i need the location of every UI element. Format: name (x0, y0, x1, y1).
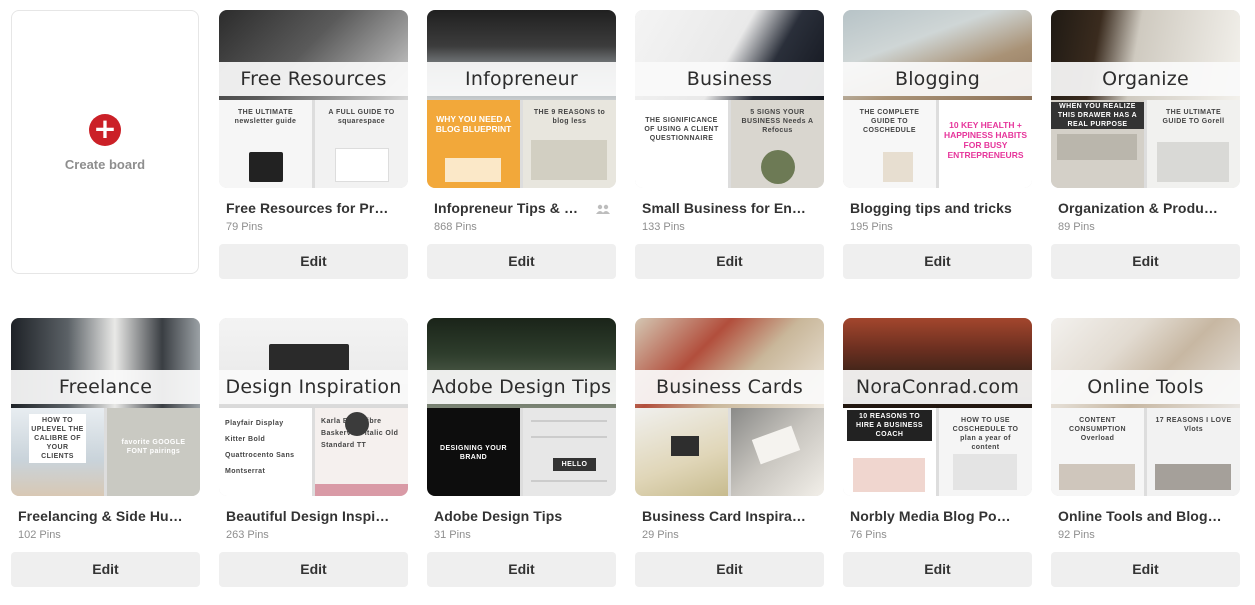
pin-thumbnail: 17 REASONS I LOVE Vlots (1147, 408, 1240, 496)
board-cover[interactable]: Blogging THE COMPLETE GUIDE TO COSCHEDUL… (843, 10, 1032, 188)
board-card: Adobe Design Tips DESIGNING YOUR BRAND H… (427, 318, 616, 587)
board-card: Business Cards Business Card Inspira… 29… (635, 318, 824, 587)
group-icon (596, 204, 610, 214)
board-card: Organize WHEN YOU REALIZE THIS DRAWER HA… (1051, 10, 1240, 279)
board-cover[interactable]: Free Resources THE ULTIMATE newsletter g… (219, 10, 408, 188)
board-title[interactable]: Norbly Media Blog Po… (850, 508, 1015, 524)
board-card: NoraConrad.com 10 REASONS TO HIRE A BUSI… (843, 318, 1032, 587)
board-banner: Adobe Design Tips (427, 370, 616, 404)
board-card: Business THE SIGNIFICANCE OF USING A CLI… (635, 10, 824, 279)
board-card: Blogging THE COMPLETE GUIDE TO COSCHEDUL… (843, 10, 1032, 279)
board-banner: Infopreneur (427, 62, 616, 96)
pin-count: 79 Pins (226, 221, 263, 233)
board-cover[interactable]: Online Tools CONTENT CONSUMPTION Overloa… (1051, 318, 1240, 496)
pin-thumbnail: THE ULTIMATE newsletter guide (219, 100, 312, 188)
pin-thumbnail (731, 408, 824, 496)
board-card: Freelance HOW TO UPLEVEL THE CALIBRE OF … (11, 318, 200, 587)
pin-thumbnail: HELLO (523, 408, 616, 496)
board-cover[interactable]: Business THE SIGNIFICANCE OF USING A CLI… (635, 10, 824, 188)
board-title[interactable]: Organization & Produ… (1058, 200, 1223, 216)
pin-thumbnail: favorite GOOGLE FONT pairings (107, 408, 200, 496)
edit-board-button[interactable]: Edit (635, 244, 824, 279)
board-card: Design Inspiration Playfair Display Kitt… (219, 318, 408, 587)
board-banner: NoraConrad.com (843, 370, 1032, 404)
board-cover[interactable]: Design Inspiration Playfair Display Kitt… (219, 318, 408, 496)
plus-icon[interactable]: + (89, 114, 121, 146)
board-banner: Blogging (843, 62, 1032, 96)
pin-thumbnail: Playfair Display Kitter Bold Quattrocent… (219, 408, 312, 496)
pin-count: 868 Pins (434, 221, 477, 233)
boards-grid: + Create board Free Resources THE ULTIMA… (0, 0, 1255, 605)
edit-board-button[interactable]: Edit (427, 244, 616, 279)
board-banner: Free Resources (219, 62, 408, 96)
board-cover[interactable]: Freelance HOW TO UPLEVEL THE CALIBRE OF … (11, 318, 200, 496)
pin-thumbnail: WHEN YOU REALIZE THIS DRAWER HAS A REAL … (1051, 100, 1144, 188)
pin-thumbnail: THE 9 REASONS to blog less (523, 100, 616, 188)
pin-thumbnail: THE ULTIMATE GUIDE TO Gorell (1147, 100, 1240, 188)
edit-board-button[interactable]: Edit (219, 552, 408, 587)
board-banner: Business (635, 62, 824, 96)
pin-thumbnail: CONTENT CONSUMPTION Overload (1051, 408, 1144, 496)
board-cover[interactable]: NoraConrad.com 10 REASONS TO HIRE A BUSI… (843, 318, 1032, 496)
pin-thumbnail: HOW TO USE COSCHEDULE TO plan a year of … (939, 408, 1032, 496)
edit-board-button[interactable]: Edit (219, 244, 408, 279)
edit-board-button[interactable]: Edit (11, 552, 200, 587)
board-title[interactable]: Freelancing & Side Hu… (18, 508, 183, 524)
pin-count: 102 Pins (18, 529, 61, 541)
board-cover[interactable]: Infopreneur WHY YOU NEED A BLOG BLUEPRIN… (427, 10, 616, 188)
board-cover[interactable]: Business Cards (635, 318, 824, 496)
pin-thumbnail: Karla Bold Libre Baskerville Italic Old … (315, 408, 408, 496)
board-title[interactable]: Small Business for En… (642, 200, 807, 216)
board-banner: Organize (1051, 62, 1240, 96)
pin-count: 195 Pins (850, 221, 893, 233)
board-banner: Freelance (11, 370, 200, 404)
board-title[interactable]: Beautiful Design Inspi… (226, 508, 391, 524)
edit-board-button[interactable]: Edit (1051, 552, 1240, 587)
pin-count: 263 Pins (226, 529, 269, 541)
board-banner: Design Inspiration (219, 370, 408, 404)
pin-thumbnail: DESIGNING YOUR BRAND (427, 408, 520, 496)
board-title[interactable]: Adobe Design Tips (434, 508, 599, 524)
board-card: Online Tools CONTENT CONSUMPTION Overloa… (1051, 318, 1240, 587)
board-banner: Business Cards (635, 370, 824, 404)
pin-thumbnail: 10 KEY HEALTH + HAPPINESS HABITS FOR BUS… (939, 100, 1032, 188)
pin-count: 76 Pins (850, 529, 887, 541)
edit-board-button[interactable]: Edit (843, 552, 1032, 587)
pin-thumbnail: HOW TO UPLEVEL THE CALIBRE OF YOUR CLIEN… (11, 408, 104, 496)
create-board-label: Create board (64, 157, 146, 172)
board-title[interactable]: Free Resources for Pr… (226, 200, 391, 216)
board-title[interactable]: Online Tools and Blog… (1058, 508, 1223, 524)
pin-thumbnail: THE SIGNIFICANCE OF USING A CLIENT QUEST… (635, 100, 728, 188)
edit-board-button[interactable]: Edit (1051, 244, 1240, 279)
pin-thumbnail (635, 408, 728, 496)
board-card: Infopreneur WHY YOU NEED A BLOG BLUEPRIN… (427, 10, 616, 279)
edit-board-button[interactable]: Edit (843, 244, 1032, 279)
pin-count: 29 Pins (642, 529, 679, 541)
board-cover[interactable]: Adobe Design Tips DESIGNING YOUR BRAND H… (427, 318, 616, 496)
pin-count: 133 Pins (642, 221, 685, 233)
board-title[interactable]: Infopreneur Tips & … (434, 200, 599, 216)
pin-count: 31 Pins (434, 529, 471, 541)
create-board-card[interactable]: + Create board (11, 10, 199, 274)
pin-thumbnail: A FULL GUIDE TO squarespace (315, 100, 408, 188)
pin-count: 89 Pins (1058, 221, 1095, 233)
board-title[interactable]: Business Card Inspira… (642, 508, 807, 524)
pin-thumbnail: WHY YOU NEED A BLOG BLUEPRINT (427, 100, 520, 188)
board-title[interactable]: Blogging tips and tricks (850, 200, 1015, 216)
board-card: Free Resources THE ULTIMATE newsletter g… (219, 10, 408, 279)
board-banner: Online Tools (1051, 370, 1240, 404)
pin-thumbnail: THE COMPLETE GUIDE TO COSCHEDULE (843, 100, 936, 188)
pin-count: 92 Pins (1058, 529, 1095, 541)
edit-board-button[interactable]: Edit (635, 552, 824, 587)
edit-board-button[interactable]: Edit (427, 552, 616, 587)
pin-thumbnail: 5 SIGNS YOUR BUSINESS Needs A Refocus (731, 100, 824, 188)
board-cover[interactable]: Organize WHEN YOU REALIZE THIS DRAWER HA… (1051, 10, 1240, 188)
pin-thumbnail: 10 REASONS TO HIRE A BUSINESS COACH (843, 408, 936, 496)
